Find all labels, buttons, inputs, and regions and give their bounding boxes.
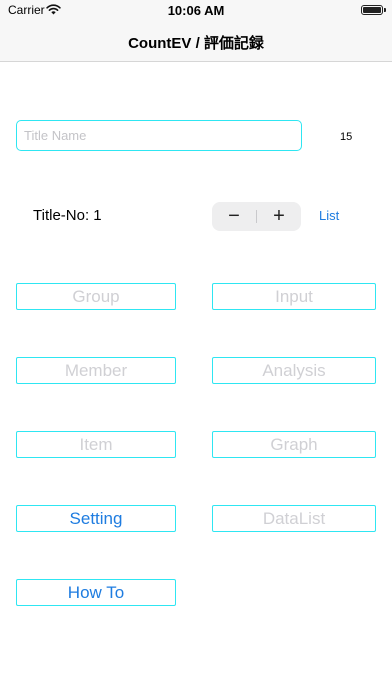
title-number-label: Title-No: 1 bbox=[33, 207, 102, 224]
title-count-label: 15 bbox=[340, 131, 353, 143]
item-button[interactable]: Item bbox=[16, 431, 176, 458]
status-time: 10:06 AM bbox=[167, 3, 225, 18]
navigation-bar: CountEV / 評価記録 bbox=[0, 20, 392, 62]
battery-icon bbox=[361, 5, 386, 15]
input-button[interactable]: Input bbox=[212, 283, 376, 310]
list-button[interactable]: List bbox=[319, 208, 339, 223]
title-name-input[interactable] bbox=[16, 120, 302, 151]
graph-button[interactable]: Graph bbox=[212, 431, 376, 458]
stepper-increment-button[interactable]: + bbox=[257, 202, 301, 231]
analysis-button[interactable]: Analysis bbox=[212, 357, 376, 384]
stepper-decrement-button[interactable]: − bbox=[212, 202, 256, 231]
setting-button[interactable]: Setting bbox=[16, 505, 176, 532]
datalist-button[interactable]: DataList bbox=[212, 505, 376, 532]
status-bar: Carrier 10:06 AM bbox=[0, 0, 392, 20]
how-to-button[interactable]: How To bbox=[16, 579, 176, 606]
member-button[interactable]: Member bbox=[16, 357, 176, 384]
page-title: CountEV / 評価記録 bbox=[128, 35, 264, 52]
group-button[interactable]: Group bbox=[16, 283, 176, 310]
title-number-stepper: − + bbox=[212, 202, 301, 231]
